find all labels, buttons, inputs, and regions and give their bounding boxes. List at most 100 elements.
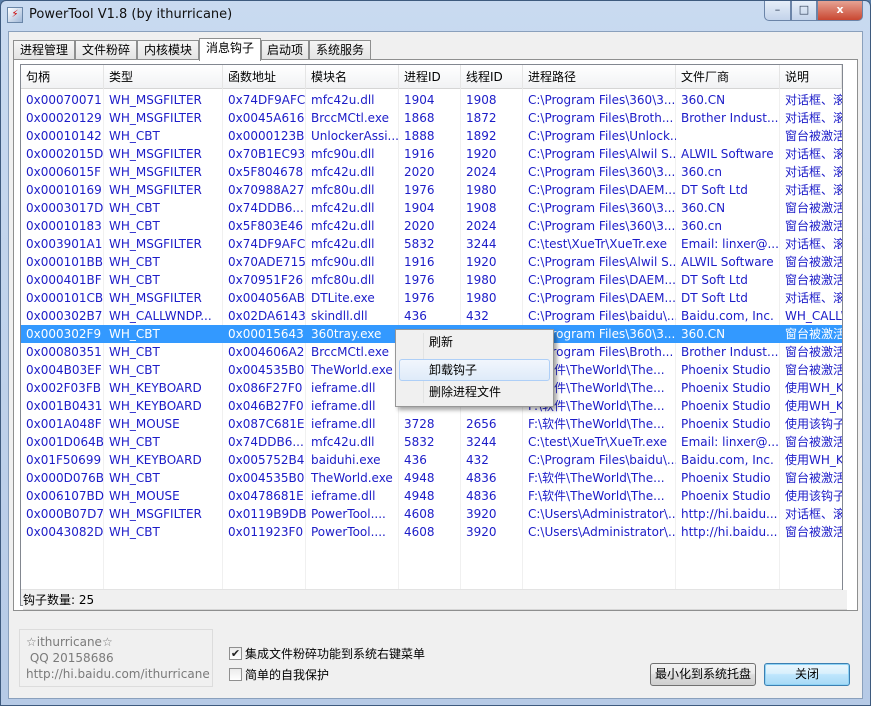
minimize-to-tray-button[interactable]: 最小化到系统托盘: [650, 663, 756, 686]
table-row[interactable]: 0x000302B7 WH_CALLWNDP... 0x02DA6143 skindl…: [21, 307, 842, 325]
title-bar[interactable]: ⚡ PowerTool V1.8 (by ithurricane) – □ x: [1, 1, 870, 31]
col-module-name-header[interactable]: 模块名: [306, 65, 399, 89]
table-row[interactable]: 0x0006015F WH_MSGFILTER 0x5F804678 mfc42u.d…: [21, 163, 842, 181]
col-vendor-cell: DT Soft Ltd: [681, 273, 748, 287]
maximize-button[interactable]: □: [791, 1, 817, 21]
table-row[interactable]: 0x01F50699 WH_KEYBOARD 0x005752B4 baiduhi.e…: [21, 451, 842, 469]
col-process-id-cell: 5832: [404, 435, 435, 449]
menu-item-unload-hook[interactable]: 卸载钩子: [399, 359, 550, 381]
col-handle-cell: 0x004B03EF: [26, 363, 102, 377]
col-function-address-cell: 0x74DF9AFC: [228, 93, 306, 107]
table-row[interactable]: 0x006107BD WH_MOUSE 0x0478681E ieframe.dll 4…: [21, 487, 842, 505]
col-thread-id-cell: 4836: [466, 471, 497, 485]
col-process-path-cell: C:\Program Files\Broth...: [528, 111, 674, 125]
col-handle-cell: 0x0003017D: [26, 201, 104, 215]
table-row[interactable]: 0x000101BB WH_CBT 0x70ADE715 mfc90u.dll 1916…: [21, 253, 842, 271]
col-process-path-cell: C:\Program Files\360\3...: [528, 201, 676, 215]
col-process-path-cell: C:\Program Files\360\3...: [528, 219, 676, 233]
table-row[interactable]: 0x0002015D WH_MSGFILTER 0x70B1EC93 mfc90u.d…: [21, 145, 842, 163]
col-function-address-cell: 0x086F27F0: [228, 381, 303, 395]
col-process-id-cell: 1868: [404, 111, 435, 125]
col-process-id-cell: 4608: [404, 507, 435, 521]
col-process-path-cell: C:\Program Files\baidu\...: [528, 453, 676, 467]
col-module-name-cell: mfc42u.dll: [311, 165, 375, 179]
col-handle-header[interactable]: 句柄: [21, 65, 104, 89]
col-function-address-cell: 0x5F804678: [228, 165, 304, 179]
table-row[interactable]: 0x000101CB WH_MSGFILTER 0x004056AB DTLite.e…: [21, 289, 842, 307]
col-thread-id-header[interactable]: 线程ID: [461, 65, 523, 89]
col-function-address-cell: 0x5F803E46: [228, 219, 304, 233]
close-window-button[interactable]: x: [817, 1, 863, 21]
tab-kernel-modules[interactable]: 内核模块: [137, 40, 199, 60]
table-row[interactable]: 0x00010142 WH_CBT 0x0000123B UnlockerAssi..…: [21, 127, 842, 145]
col-thread-id-cell: 2024: [466, 219, 497, 233]
table-row[interactable]: 0x000B07D7 WH_MSGFILTER 0x0119B9DB PowerToo…: [21, 505, 842, 523]
close-button[interactable]: 关闭: [764, 663, 850, 686]
col-process-path-cell: C:\Program Files\DAEM...: [528, 183, 676, 197]
col-process-id-cell: 3728: [404, 417, 435, 431]
table-row[interactable]: 0x00020129 WH_MSGFILTER 0x0045A616 BrccMCtl…: [21, 109, 842, 127]
shred-menu-label[interactable]: 集成文件粉碎功能到系统右键菜单: [245, 646, 425, 662]
menu-item-refresh[interactable]: 刷新: [399, 331, 550, 353]
col-module-name-cell: mfc42u.dll: [311, 219, 375, 233]
tab-startup-items[interactable]: 启动项: [261, 40, 309, 60]
col-process-path-header[interactable]: 进程路径: [523, 65, 676, 89]
col-handle-cell: 0x003901A1: [26, 237, 103, 251]
col-vendor-header[interactable]: 文件厂商: [676, 65, 780, 89]
col-function-address-cell: 0x0119B9DB: [228, 507, 306, 521]
table-row[interactable]: 0x0003017D WH_CBT 0x74DDB6... mfc42u.dll 190…: [21, 199, 842, 217]
col-thread-id-cell: 432: [466, 309, 489, 323]
shred-menu-checkbox[interactable]: ✔: [229, 647, 242, 660]
col-vendor-cell: Baidu.com, Inc.: [681, 453, 774, 467]
col-function-address-header[interactable]: 函数地址: [223, 65, 306, 89]
minimize-button[interactable]: –: [764, 1, 791, 21]
col-handle-cell: 0x000101CB: [26, 291, 104, 305]
col-thread-id-cell: 2024: [466, 165, 497, 179]
col-process-id-header[interactable]: 进程ID: [399, 65, 461, 89]
col-description-header[interactable]: 说明: [780, 65, 842, 89]
tab-system-services[interactable]: 系统服务: [309, 40, 371, 60]
menu-item-delete-process-file[interactable]: 删除进程文件: [399, 381, 550, 403]
table-row[interactable]: 0x001D064B WH_CBT 0x74DDB6... mfc42u.dll 583…: [21, 433, 842, 451]
author-info: ☆ithurricane☆ QQ 20158686 http://hi.baid…: [19, 629, 213, 687]
tab-file-shredder[interactable]: 文件粉碎: [75, 40, 137, 60]
col-thread-id-cell: 1872: [466, 111, 497, 125]
col-process-path-cell: F:\软件\TheWorld\The...: [528, 471, 665, 485]
col-vendor-cell: Phoenix Studio: [681, 399, 771, 413]
tab-process-manager[interactable]: 进程管理: [13, 40, 75, 60]
col-handle-cell: 0x000D076B: [26, 471, 104, 485]
col-module-name-cell: TheWorld.exe: [311, 363, 393, 377]
col-module-name-cell: mfc42u.dll: [311, 435, 375, 449]
table-row[interactable]: 0x001A048F WH_MOUSE 0x087C681E ieframe.dll 3…: [21, 415, 842, 433]
col-vendor-cell: Brother Indust...: [681, 111, 779, 125]
col-description-cell: 使用WH_K: [785, 453, 842, 467]
col-handle-cell: 0x001A048F: [26, 417, 102, 431]
self-protect-label[interactable]: 简单的自我保护: [245, 667, 329, 683]
col-process-id-cell: 4948: [404, 489, 435, 503]
table-row[interactable]: 0x00010169 WH_MSGFILTER 0x70988A27 mfc80u.d…: [21, 181, 842, 199]
col-function-address-cell: 0x046B27F0: [228, 399, 304, 413]
col-thread-id-cell: 1980: [466, 291, 497, 305]
col-module-name-cell: UnlockerAssi...: [311, 129, 399, 143]
table-row[interactable]: 0x003901A1 WH_MSGFILTER 0x74DF9AFC mfc42u.d…: [21, 235, 842, 253]
col-description-cell: 对话框、滚: [785, 183, 842, 197]
col-process-path-cell: C:\Program Files\Unlock...: [528, 129, 676, 143]
col-process-path-cell: C:\Program Files\360\3...: [528, 93, 676, 107]
col-module-name-cell: BrccMCtl.exe: [311, 111, 389, 125]
tab-message-hooks[interactable]: 消息钩子: [199, 38, 261, 61]
col-vendor-cell: DT Soft Ltd: [681, 291, 748, 305]
author-name: ☆ithurricane☆: [26, 635, 113, 649]
table-row[interactable]: 0x00070071 WH_MSGFILTER 0x74DF9AFC mfc42u.d…: [21, 91, 842, 109]
table-row[interactable]: 0x000401BF WH_CBT 0x70951F26 mfc80u.dll 1976…: [21, 271, 842, 289]
table-row[interactable]: 0x000D076B WH_CBT 0x004535B0 TheWorld.exe 49…: [21, 469, 842, 487]
col-type-cell: WH_KEYBOARD: [109, 399, 202, 413]
col-description-cell: 使用该钩子: [785, 417, 842, 431]
col-process-path-cell: C:\Program Files\DAEM...: [528, 291, 676, 305]
col-type-header[interactable]: 类型: [104, 65, 223, 89]
table-row[interactable]: 0x00010183 WH_CBT 0x5F803E46 mfc42u.dll 2020…: [21, 217, 842, 235]
self-protect-checkbox[interactable]: [229, 668, 242, 681]
list-header: 句柄 类型 函数地址 模块名 进程ID 线程ID 进程路径 文件厂商 说明: [21, 65, 842, 89]
table-row[interactable]: 0x0043082D WH_CBT 0x011923F0 PowerTool.... 4…: [21, 523, 842, 541]
col-vendor-cell: 360.cn: [681, 219, 722, 233]
col-type-cell: WH_CBT: [109, 129, 160, 143]
